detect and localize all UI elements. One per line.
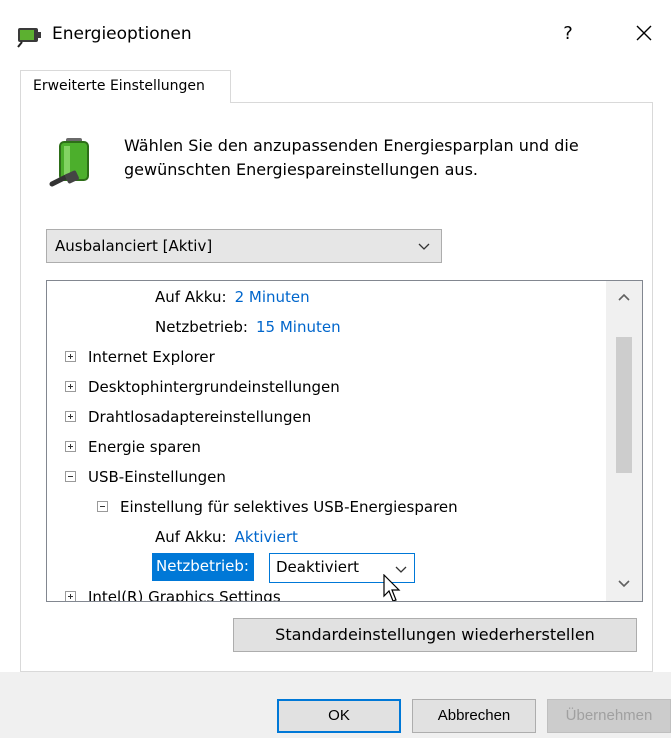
tree-item-setting[interactable]: Auf Akku: Aktiviert	[155, 523, 298, 551]
tree-item-wireless-adapter[interactable]: Drahtlosadaptereinstellungen	[65, 403, 311, 431]
group-label: USB-Einstellungen	[88, 468, 226, 486]
intro-text: Wählen Sie den anzupassenden Energiespar…	[124, 136, 579, 179]
setting-value-link[interactable]: 15 Minuten	[256, 318, 341, 336]
group-label: Intel(R) Graphics Settings	[88, 588, 281, 602]
close-icon	[636, 25, 652, 41]
power-plan-dropdown[interactable]: Ausbalanciert [Aktiv]	[46, 229, 442, 263]
expand-icon[interactable]	[65, 441, 76, 452]
cancel-button[interactable]: Abbrechen	[412, 699, 536, 733]
tree-item-energy-saving[interactable]: Energie sparen	[65, 433, 201, 461]
group-label: Drahtlosadaptereinstellungen	[88, 408, 312, 426]
mouse-cursor-icon	[383, 573, 403, 601]
setting-label: Netzbetrieb:	[155, 318, 248, 336]
group-label: Energie sparen	[88, 438, 201, 456]
scrollbar-thumb[interactable]	[616, 337, 632, 473]
group-label: Einstellung für selektives USB-Energiesp…	[120, 498, 458, 516]
power-options-icon	[16, 22, 42, 48]
tab-advanced-settings[interactable]: Erweiterte Einstellungen	[20, 70, 231, 103]
battery-plug-icon	[48, 136, 104, 194]
window-title: Energieoptionen	[52, 24, 192, 44]
tab-label: Erweiterte Einstellungen	[33, 78, 205, 94]
power-plan-value: Ausbalanciert [Aktiv]	[55, 237, 213, 255]
setting-dropdown-value: Deaktiviert	[276, 558, 360, 576]
tree-item-usb-settings[interactable]: USB-Einstellungen	[65, 463, 226, 491]
tree-item-setting[interactable]: Netzbetrieb: 15 Minuten	[155, 313, 341, 341]
tree-item-usb-selective-suspend[interactable]: Einstellung für selektives USB-Energiesp…	[97, 493, 458, 521]
collapse-icon[interactable]	[97, 501, 108, 512]
group-label: Desktophintergrundeinstellungen	[88, 378, 340, 396]
tree-item-intel-graphics[interactable]: Intel(R) Graphics Settings	[65, 583, 281, 602]
setting-value-link[interactable]: 2 Minuten	[235, 288, 310, 306]
expand-icon[interactable]	[65, 381, 76, 392]
scroll-down-arrow-icon[interactable]	[606, 567, 642, 601]
expand-icon[interactable]	[65, 351, 76, 362]
restore-defaults-button[interactable]: Standardeinstellungen wiederherstellen	[233, 618, 637, 652]
settings-tree[interactable]: Auf Akku: 2 Minuten Netzbetrieb: 15 Minute…	[46, 280, 643, 602]
setting-value-link[interactable]: Aktiviert	[235, 528, 298, 546]
chevron-down-icon	[417, 239, 431, 253]
expand-icon[interactable]	[65, 591, 76, 601]
setting-label: Auf Akku:	[155, 528, 227, 546]
group-label: Internet Explorer	[88, 348, 215, 366]
tree-item-internet-explorer[interactable]: Internet Explorer	[65, 343, 215, 371]
title-bar: Energieoptionen ?	[0, 0, 671, 68]
tree-scrollbar[interactable]	[606, 281, 642, 601]
setting-label: Auf Akku:	[155, 288, 227, 306]
collapse-icon[interactable]	[65, 471, 76, 482]
selected-setting-label[interactable]: Netzbetrieb:	[152, 553, 254, 581]
ok-button[interactable]: OK	[277, 699, 401, 733]
help-button[interactable]: ?	[556, 20, 580, 48]
expand-icon[interactable]	[65, 411, 76, 422]
close-button[interactable]	[626, 16, 662, 50]
scroll-up-arrow-icon[interactable]	[606, 281, 642, 315]
tree-item-setting[interactable]: Auf Akku: 2 Minuten	[155, 283, 310, 311]
apply-button[interactable]: Übernehmen	[547, 699, 671, 733]
tree-item-desktop-background[interactable]: Desktophintergrundeinstellungen	[65, 373, 340, 401]
